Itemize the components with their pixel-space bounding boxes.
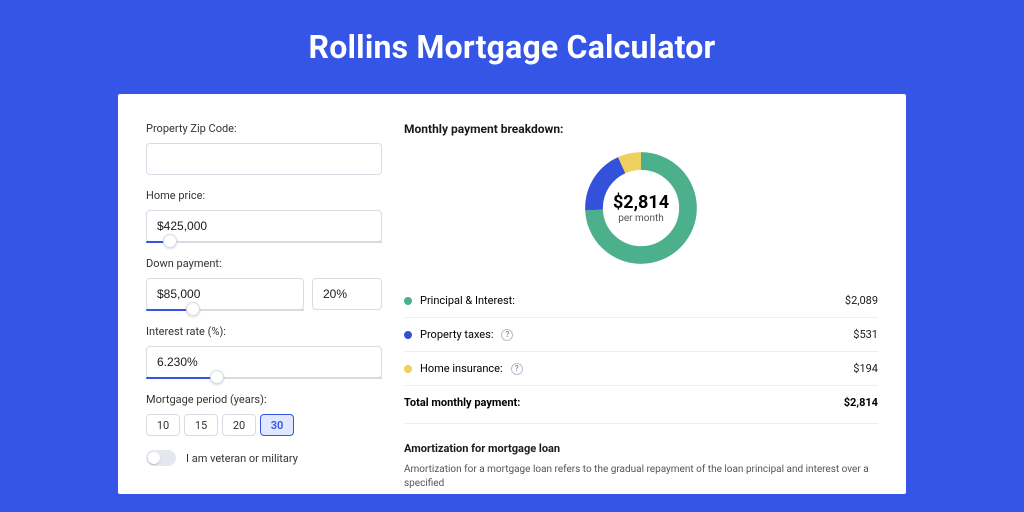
interest-rate-input[interactable] — [146, 346, 382, 378]
zip-input[interactable] — [146, 143, 382, 175]
mortgage-period-field: Mortgage period (years): 10 15 20 30 — [146, 393, 382, 436]
calculator-panel: Property Zip Code: Home price: Down paym… — [118, 94, 906, 494]
legend-row-taxes: Property taxes: ? $531 — [404, 318, 878, 352]
toggle-knob-icon — [148, 452, 160, 464]
total-row: Total monthly payment: $2,814 — [404, 386, 878, 424]
period-option-20[interactable]: 20 — [222, 414, 256, 436]
amortization-text: Amortization for a mortgage loan refers … — [404, 463, 878, 491]
mortgage-period-options: 10 15 20 30 — [146, 414, 382, 436]
breakdown-column: Monthly payment breakdown: $2,814 per mo… — [404, 122, 878, 494]
legend-label: Home insurance: — [420, 362, 503, 375]
page-title: Rollins Mortgage Calculator — [0, 28, 1024, 66]
legend-value: $531 — [853, 328, 878, 341]
period-option-10[interactable]: 10 — [146, 414, 180, 436]
period-option-15[interactable]: 15 — [184, 414, 218, 436]
down-payment-amount-input[interactable] — [146, 278, 304, 310]
info-icon[interactable]: ? — [501, 329, 513, 341]
legend-value: $2,089 — [845, 294, 878, 307]
dot-icon — [404, 297, 412, 305]
donut-amount: $2,814 — [613, 192, 669, 213]
legend-label: Property taxes: — [420, 328, 493, 341]
interest-rate-slider[interactable] — [146, 377, 382, 379]
legend-row-principal: Principal & Interest: $2,089 — [404, 284, 878, 318]
form-column: Property Zip Code: Home price: Down paym… — [146, 122, 382, 494]
veteran-label: I am veteran or military — [186, 452, 298, 465]
down-payment-percent-input[interactable] — [312, 278, 382, 310]
slider-thumb-icon[interactable] — [210, 370, 224, 384]
zip-field: Property Zip Code: — [146, 122, 382, 175]
down-payment-label: Down payment: — [146, 257, 382, 270]
home-price-input[interactable] — [146, 210, 382, 242]
legend-label: Principal & Interest: — [420, 294, 515, 307]
donut-sub: per month — [618, 213, 664, 224]
slider-thumb-icon[interactable] — [163, 234, 177, 248]
zip-label: Property Zip Code: — [146, 122, 382, 135]
amortization-title: Amortization for mortgage loan — [404, 442, 878, 455]
home-price-slider[interactable] — [146, 241, 382, 243]
dot-icon — [404, 331, 412, 339]
veteran-toggle-row: I am veteran or military — [146, 450, 382, 466]
home-price-field: Home price: — [146, 189, 382, 243]
period-option-30[interactable]: 30 — [260, 414, 294, 436]
interest-rate-label: Interest rate (%): — [146, 325, 382, 338]
home-price-label: Home price: — [146, 189, 382, 202]
breakdown-title: Monthly payment breakdown: — [404, 122, 878, 136]
total-label: Total monthly payment: — [404, 396, 520, 409]
interest-rate-field: Interest rate (%): — [146, 325, 382, 379]
legend-value: $194 — [853, 362, 878, 375]
mortgage-period-label: Mortgage period (years): — [146, 393, 382, 406]
legend-row-insurance: Home insurance: ? $194 — [404, 352, 878, 386]
down-payment-field: Down payment: — [146, 257, 382, 311]
veteran-toggle[interactable] — [146, 450, 176, 466]
dot-icon — [404, 365, 412, 373]
donut-chart: $2,814 per month — [404, 146, 878, 270]
total-value: $2,814 — [844, 396, 878, 409]
info-icon[interactable]: ? — [511, 363, 523, 375]
down-payment-slider[interactable] — [146, 309, 304, 311]
slider-thumb-icon[interactable] — [186, 302, 200, 316]
